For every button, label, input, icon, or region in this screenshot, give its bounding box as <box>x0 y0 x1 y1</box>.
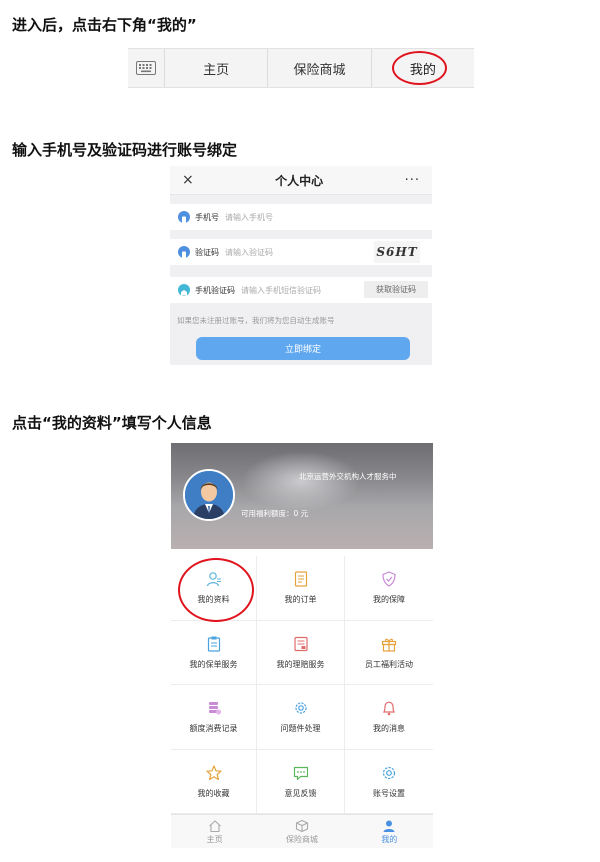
menu-my-favorites[interactable]: 我的收藏 <box>171 749 257 814</box>
auto-register-note: 如果您未注册过账号，我们将为您自动生成账号 <box>177 316 335 325</box>
settings-icon <box>382 766 396 779</box>
menu-label: 我的订单 <box>284 595 317 605</box>
order-icon <box>294 571 307 587</box>
tab-mine[interactable]: 我的 <box>372 49 474 87</box>
user-icon <box>383 820 395 832</box>
keyboard-icon[interactable] <box>128 49 165 87</box>
clipboard-icon <box>207 636 220 652</box>
menu-issue-handling[interactable]: 问题件处理 <box>257 685 345 750</box>
menu-label: 账号设置 <box>373 788 405 798</box>
page-title: 个人中心 <box>275 173 324 188</box>
gear-icon <box>294 702 307 714</box>
phone-icon <box>178 211 190 224</box>
phone-row: 手机号 请输入手机号 <box>170 204 432 230</box>
organization-name: 北京运营外交机构人才服务中 <box>299 472 397 481</box>
step-2-title: 输入手机号及验证码进行账号绑定 <box>12 141 238 159</box>
person-icon <box>206 572 221 587</box>
phone-input[interactable]: 请输入手机号 <box>225 212 273 223</box>
tab-insurance-mall[interactable]: 保险商城 <box>268 49 372 87</box>
menu-my-protection[interactable]: 我的保障 <box>345 556 433 621</box>
binding-form: × 个人中心 ··· 手机号 请输入手机号 验证码 请输入验证码 S6HT 手机… <box>170 166 432 365</box>
bottom-tab-bar: 主页 保险商城 我的 <box>128 48 474 88</box>
menu-employee-welfare[interactable]: 员工福利活动 <box>345 621 433 685</box>
star-icon <box>205 765 222 780</box>
menu-my-messages[interactable]: 我的消息 <box>345 685 433 750</box>
menu-my-profile[interactable]: 我的资料 <box>171 556 257 621</box>
profile-banner: 北京运营外交机构人才服务中 可用福利额度：0 元 <box>171 443 433 549</box>
tab-label: 主页 <box>206 834 223 844</box>
menu-label: 我的保障 <box>373 595 405 605</box>
coins-icon <box>208 702 221 715</box>
menu-my-orders[interactable]: 我的订单 <box>257 556 345 621</box>
captcha-label: 验证码 <box>195 247 219 257</box>
claim-icon <box>293 636 308 651</box>
get-code-button[interactable]: 获取验证码 <box>364 281 428 298</box>
menu-label: 问题件处理 <box>280 724 321 734</box>
bind-button[interactable]: 立即绑定 <box>196 337 410 360</box>
tab-label: 保险商城 <box>285 834 318 844</box>
tab-home[interactable]: 主页 <box>171 815 258 848</box>
menu-account-settings[interactable]: 账号设置 <box>345 750 433 814</box>
shield-icon <box>382 571 396 587</box>
sms-row: 手机验证码 请输入手机短信验证码 获取验证码 <box>170 277 432 303</box>
avatar[interactable] <box>183 469 235 521</box>
tab-mine[interactable]: 我的 <box>346 815 433 848</box>
step-1-title: 进入后，点击右下角“我的” <box>12 16 197 34</box>
close-icon[interactable]: × <box>182 172 194 188</box>
profile-screen: 北京运营外交机构人才服务中 可用福利额度：0 元 我的资料 我的订单 我的保障 … <box>171 443 433 848</box>
menu-label: 我的资料 <box>197 595 230 605</box>
home-icon <box>208 819 221 832</box>
profile-tab-bar: 主页 保险商城 我的 <box>171 814 433 848</box>
menu-claim-service[interactable]: 我的理赔服务 <box>257 620 345 685</box>
menu-label: 意见反馈 <box>284 788 317 798</box>
captcha-input[interactable]: 请输入验证码 <box>225 247 273 258</box>
menu-label: 我的收藏 <box>197 788 230 798</box>
chat-icon <box>293 766 308 780</box>
menu-label: 我的理赔服务 <box>276 659 325 669</box>
feature-grid: 我的资料 我的订单 我的保障 我的保单服务 我的理赔服务 员工福利活动 额度消费… <box>171 556 433 814</box>
menu-label: 额度消费记录 <box>189 724 238 734</box>
more-icon[interactable]: ··· <box>405 173 420 188</box>
captcha-row: 验证码 请输入验证码 S6HT <box>170 239 432 265</box>
sms-code-icon <box>178 284 190 296</box>
tab-insurance-mall[interactable]: 保险商城 <box>258 815 345 848</box>
phone-label: 手机号 <box>195 212 219 222</box>
menu-policy-service[interactable]: 我的保单服务 <box>171 620 257 685</box>
menu-label: 员工福利活动 <box>365 659 413 669</box>
sms-input[interactable]: 请输入手机短信验证码 <box>241 285 321 296</box>
menu-feedback[interactable]: 意见反馈 <box>257 749 345 814</box>
welfare-quota: 可用福利额度：0 元 <box>241 509 309 518</box>
bell-icon <box>383 701 395 716</box>
menu-label: 我的保单服务 <box>189 659 238 669</box>
menu-label: 我的消息 <box>373 724 405 734</box>
step-3-title: 点击“我的资料”填写个人信息 <box>12 414 212 432</box>
captcha-image[interactable]: S6HT <box>374 241 420 263</box>
captcha-icon <box>178 246 190 259</box>
form-header: × 个人中心 ··· <box>170 166 432 195</box>
box-icon <box>295 819 309 832</box>
tab-home[interactable]: 主页 <box>165 49 269 87</box>
gift-icon <box>381 638 397 652</box>
sms-label: 手机验证码 <box>195 285 235 295</box>
menu-quota-records[interactable]: 额度消费记录 <box>171 685 257 750</box>
tab-label: 我的 <box>381 834 398 844</box>
